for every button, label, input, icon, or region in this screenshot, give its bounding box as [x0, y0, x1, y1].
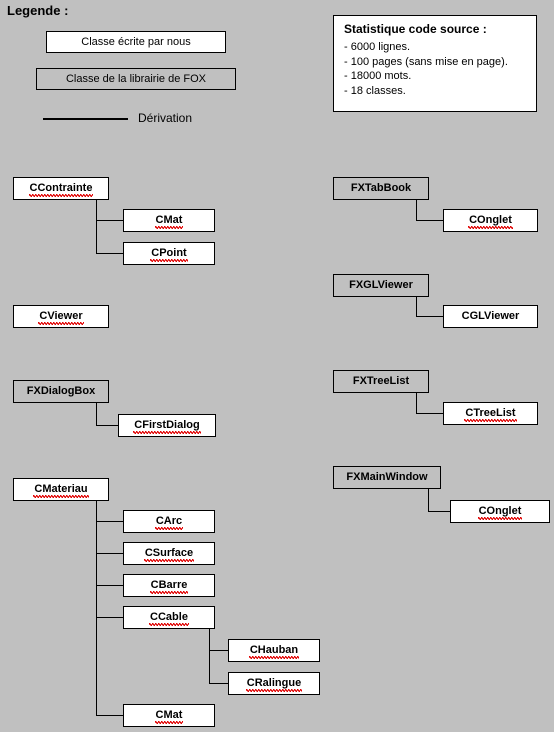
class-name-cralingue: CRalingue [245, 677, 303, 692]
class-box-cviewer: CViewer [13, 305, 109, 328]
class-box-cmat-top: CMat [123, 209, 215, 232]
class-name-cviewer: CViewer [38, 310, 84, 325]
class-name-cpoint: CPoint [150, 247, 189, 262]
connector-ccable-cralingue [209, 683, 228, 684]
class-name-chauban: CHauban [248, 644, 300, 659]
class-name-cbarre: CBarre [149, 579, 189, 594]
class-name-cmat: CMat [154, 214, 184, 229]
class-name-ctreelist: CTreeList [464, 407, 517, 422]
class-name-conglet: COnglet [468, 214, 513, 229]
class-box-chauban: CHauban [228, 639, 320, 662]
legend-own-class-label: Classe écrite par nous [81, 36, 191, 48]
statistics-title: Statistique code source : [344, 22, 487, 36]
class-box-fxdialogbox: FXDialogBox [13, 380, 109, 403]
class-box-cfirstdialog: CFirstDialog [118, 414, 216, 437]
legend-derivation-line [43, 118, 128, 120]
class-box-conglet-top: COnglet [443, 209, 538, 232]
connector-ccable-chauban [209, 650, 228, 651]
connector-ccontrainte-trunk [96, 200, 97, 254]
connector-ccontrainte-cpoint [96, 253, 123, 254]
class-box-cbarre: CBarre [123, 574, 215, 597]
connector-fxtabbook-trunk [416, 200, 417, 221]
connector-fxmainwindow-conglet [428, 511, 450, 512]
class-box-cglviewer: CGLViewer [443, 305, 538, 328]
statistics-item: - 18000 mots. [344, 70, 412, 83]
connector-cmateriau-carc [96, 521, 123, 522]
connector-cmateriau-cmat [96, 715, 123, 716]
class-name-cmateriau: CMateriau [33, 483, 89, 498]
class-name-cmat: CMat [154, 709, 184, 724]
class-name-csurface: CSurface [143, 547, 195, 562]
class-name-fxmainwindow: FXMainWindow [346, 471, 428, 483]
class-name-fxtreelist: FXTreeList [352, 375, 410, 387]
class-box-cmat-bottom: CMat [123, 704, 215, 727]
legend-title: Legende : [7, 3, 69, 18]
legend-own-class-swatch: Classe écrite par nous [46, 31, 226, 53]
class-box-ctreelist: CTreeList [443, 402, 538, 425]
class-name-fxtabbook: FXTabBook [350, 182, 412, 194]
legend-fox-class-label: Classe de la librairie de FOX [65, 73, 206, 85]
class-box-fxtabbook: FXTabBook [333, 177, 429, 200]
class-box-cpoint: CPoint [123, 242, 215, 265]
class-box-csurface: CSurface [123, 542, 215, 565]
class-box-cmateriau: CMateriau [13, 478, 109, 501]
class-name-fxdialogbox: FXDialogBox [26, 385, 96, 397]
source-code-statistics-panel: Statistique code source : - 6000 lignes.… [333, 15, 537, 112]
connector-fxglviewer-trunk [416, 297, 417, 317]
class-box-conglet-bottom: COnglet [450, 500, 550, 523]
class-box-cralingue: CRalingue [228, 672, 320, 695]
class-box-fxmainwindow: FXMainWindow [333, 466, 441, 489]
class-name-ccontrainte: CContrainte [28, 182, 94, 197]
class-box-ccable: CCable [123, 606, 215, 629]
connector-fxtreelist-trunk [416, 393, 417, 414]
connector-ccable-trunk [209, 629, 210, 684]
legend-derivation-label: Dérivation [138, 111, 193, 125]
class-name-fxglviewer: FXGLViewer [349, 279, 413, 291]
class-name-carc: CArc [154, 515, 184, 530]
class-name-conglet: COnglet [477, 505, 523, 520]
legend-fox-class-swatch: Classe de la librairie de FOX [36, 68, 236, 90]
class-name-ccable: CCable [149, 611, 189, 626]
class-diagram-canvas: Legende : Classe écrite par nous Classe … [0, 0, 554, 732]
connector-fxtreelist-ctreelist [416, 413, 443, 414]
connector-cmateriau-csurface [96, 553, 123, 554]
connector-cmateriau-ccable [96, 617, 123, 618]
class-box-ccontrainte: CContrainte [13, 177, 109, 200]
statistics-item: - 100 pages (sans mise en page). [344, 55, 508, 68]
class-box-fxtreelist: FXTreeList [333, 370, 429, 393]
class-box-fxglviewer: FXGLViewer [333, 274, 429, 297]
class-name-cglviewer: CGLViewer [461, 310, 520, 322]
class-box-carc: CArc [123, 510, 215, 533]
statistics-item: - 18 classes. [344, 84, 406, 97]
statistics-item: - 6000 lignes. [344, 41, 411, 53]
class-name-cfirstdialog: CFirstDialog [133, 419, 202, 434]
connector-cmateriau-cbarre [96, 585, 123, 586]
connector-cmateriau-trunk [96, 501, 97, 716]
connector-fxglviewer-cglviewer [416, 316, 443, 317]
connector-ccontrainte-cmat [96, 220, 123, 221]
connector-fxdialogbox-trunk [96, 403, 97, 426]
connector-fxmainwindow-trunk [428, 489, 429, 512]
connector-fxdialogbox-cfirstdialog [96, 425, 118, 426]
connector-fxtabbook-conglet [416, 220, 443, 221]
